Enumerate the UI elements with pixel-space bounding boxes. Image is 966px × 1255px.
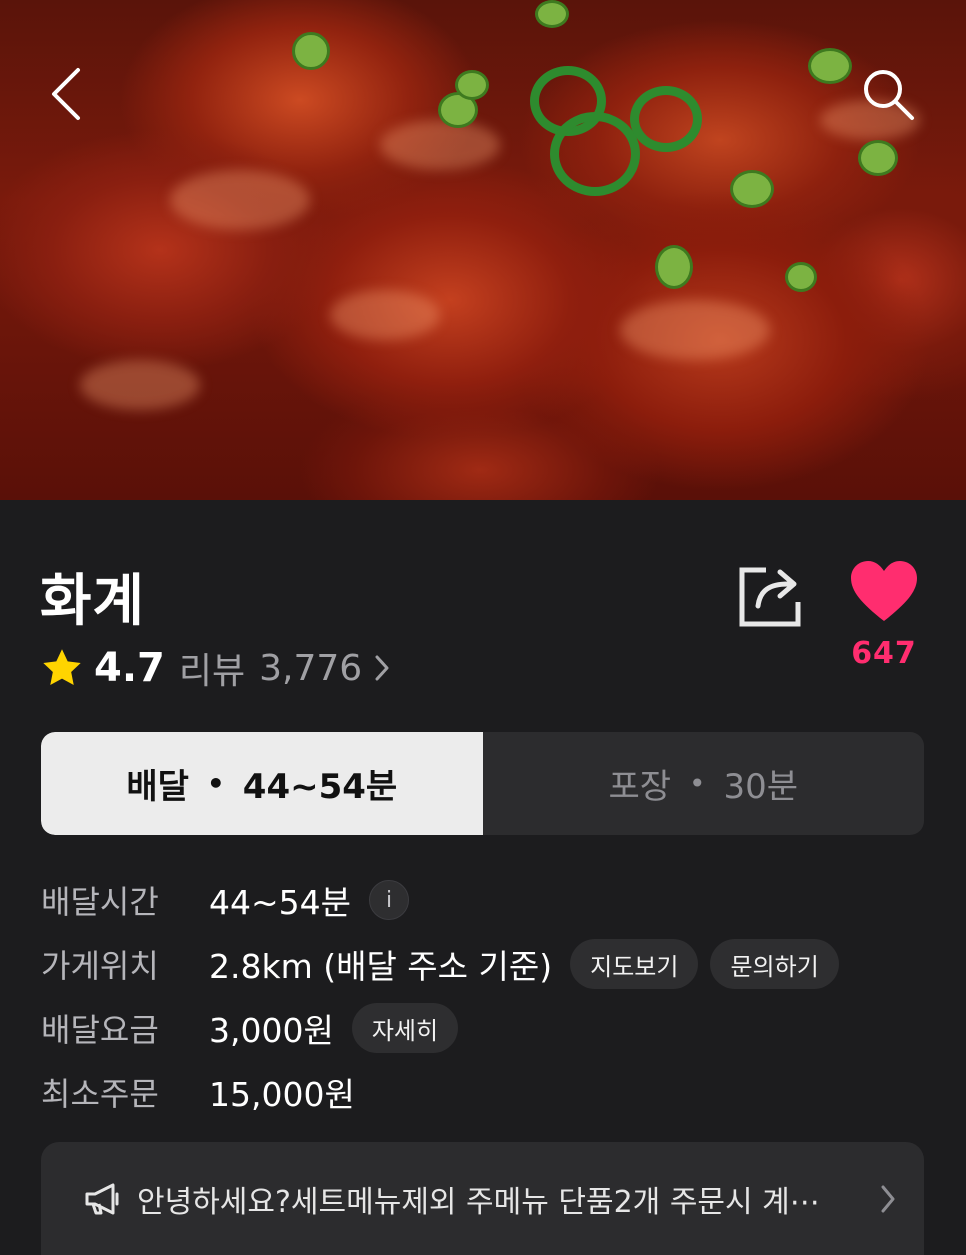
- back-button[interactable]: [34, 62, 98, 126]
- info-value: 2.8km (배달 주소 기준): [209, 947, 553, 986]
- tab-pickup-time: 30분: [723, 767, 799, 807]
- notice-text: 안녕하세요?세트메뉴제외 주메뉴 단품2개 주문시 계⋯: [137, 1184, 820, 1220]
- info-label: 가게위치: [41, 947, 159, 985]
- store-name: 화계: [40, 569, 146, 634]
- star-icon: [43, 649, 81, 686]
- tab-pickup[interactable]: 포장 • 30분: [483, 732, 925, 835]
- like-section: 647: [842, 556, 926, 671]
- chevron-right-icon: [375, 655, 389, 681]
- like-count: 647: [851, 636, 917, 671]
- info-value: 15,000원: [209, 1075, 355, 1114]
- info-value: 3,000원: [209, 1011, 334, 1050]
- fee-detail-button[interactable]: 자세히: [351, 1003, 459, 1053]
- info-row-delivery-time: 배달시간 44~54분 i: [41, 868, 931, 932]
- store-notice-banner[interactable]: 안녕하세요?세트메뉴제외 주메뉴 단품2개 주문시 계⋯: [41, 1142, 924, 1255]
- search-icon: [864, 70, 914, 120]
- info-row-location: 가게위치 2.8km (배달 주소 기준) 지도보기 문의하기: [41, 932, 931, 996]
- info-row-min-order: 최소주문 15,000원: [41, 1060, 931, 1124]
- info-label: 배달요금: [41, 1011, 159, 1049]
- separator-dot: •: [689, 767, 706, 800]
- separator-dot: •: [206, 767, 225, 800]
- store-info-list: 배달시간 44~54분 i 가게위치 2.8km (배달 주소 기준) 지도보기…: [41, 868, 931, 1124]
- info-icon[interactable]: i: [369, 880, 409, 920]
- review-label: 리뷰: [178, 651, 246, 692]
- info-row-delivery-fee: 배달요금 3,000원 자세히: [41, 996, 931, 1060]
- chevron-left-icon: [52, 68, 80, 120]
- tab-delivery[interactable]: 배달 • 44~54분: [41, 732, 483, 835]
- inquiry-button[interactable]: 문의하기: [710, 939, 839, 989]
- store-hero-image: [0, 0, 966, 500]
- review-count: 3,776: [259, 647, 363, 689]
- tab-delivery-label: 배달: [126, 767, 189, 807]
- search-button[interactable]: [856, 62, 920, 126]
- share-icon[interactable]: [736, 560, 806, 630]
- review-link[interactable]: 리뷰 3,776: [179, 642, 390, 694]
- tab-delivery-time: 44~54분: [242, 767, 398, 807]
- info-label: 최소주문: [41, 1075, 159, 1113]
- heart-icon[interactable]: [849, 556, 919, 626]
- rating-value: 4.7: [94, 645, 165, 691]
- chevron-right-icon: [881, 1185, 895, 1212]
- rating-row: 4.7 리뷰 3,776: [40, 642, 390, 694]
- order-type-tabs: 배달 • 44~54분 포장 • 30분: [41, 732, 924, 835]
- tab-pickup-label: 포장: [608, 767, 671, 807]
- info-value: 44~54분: [209, 883, 351, 922]
- map-view-button[interactable]: 지도보기: [570, 939, 699, 989]
- info-label: 배달시간: [41, 883, 159, 921]
- megaphone-icon: [85, 1183, 119, 1214]
